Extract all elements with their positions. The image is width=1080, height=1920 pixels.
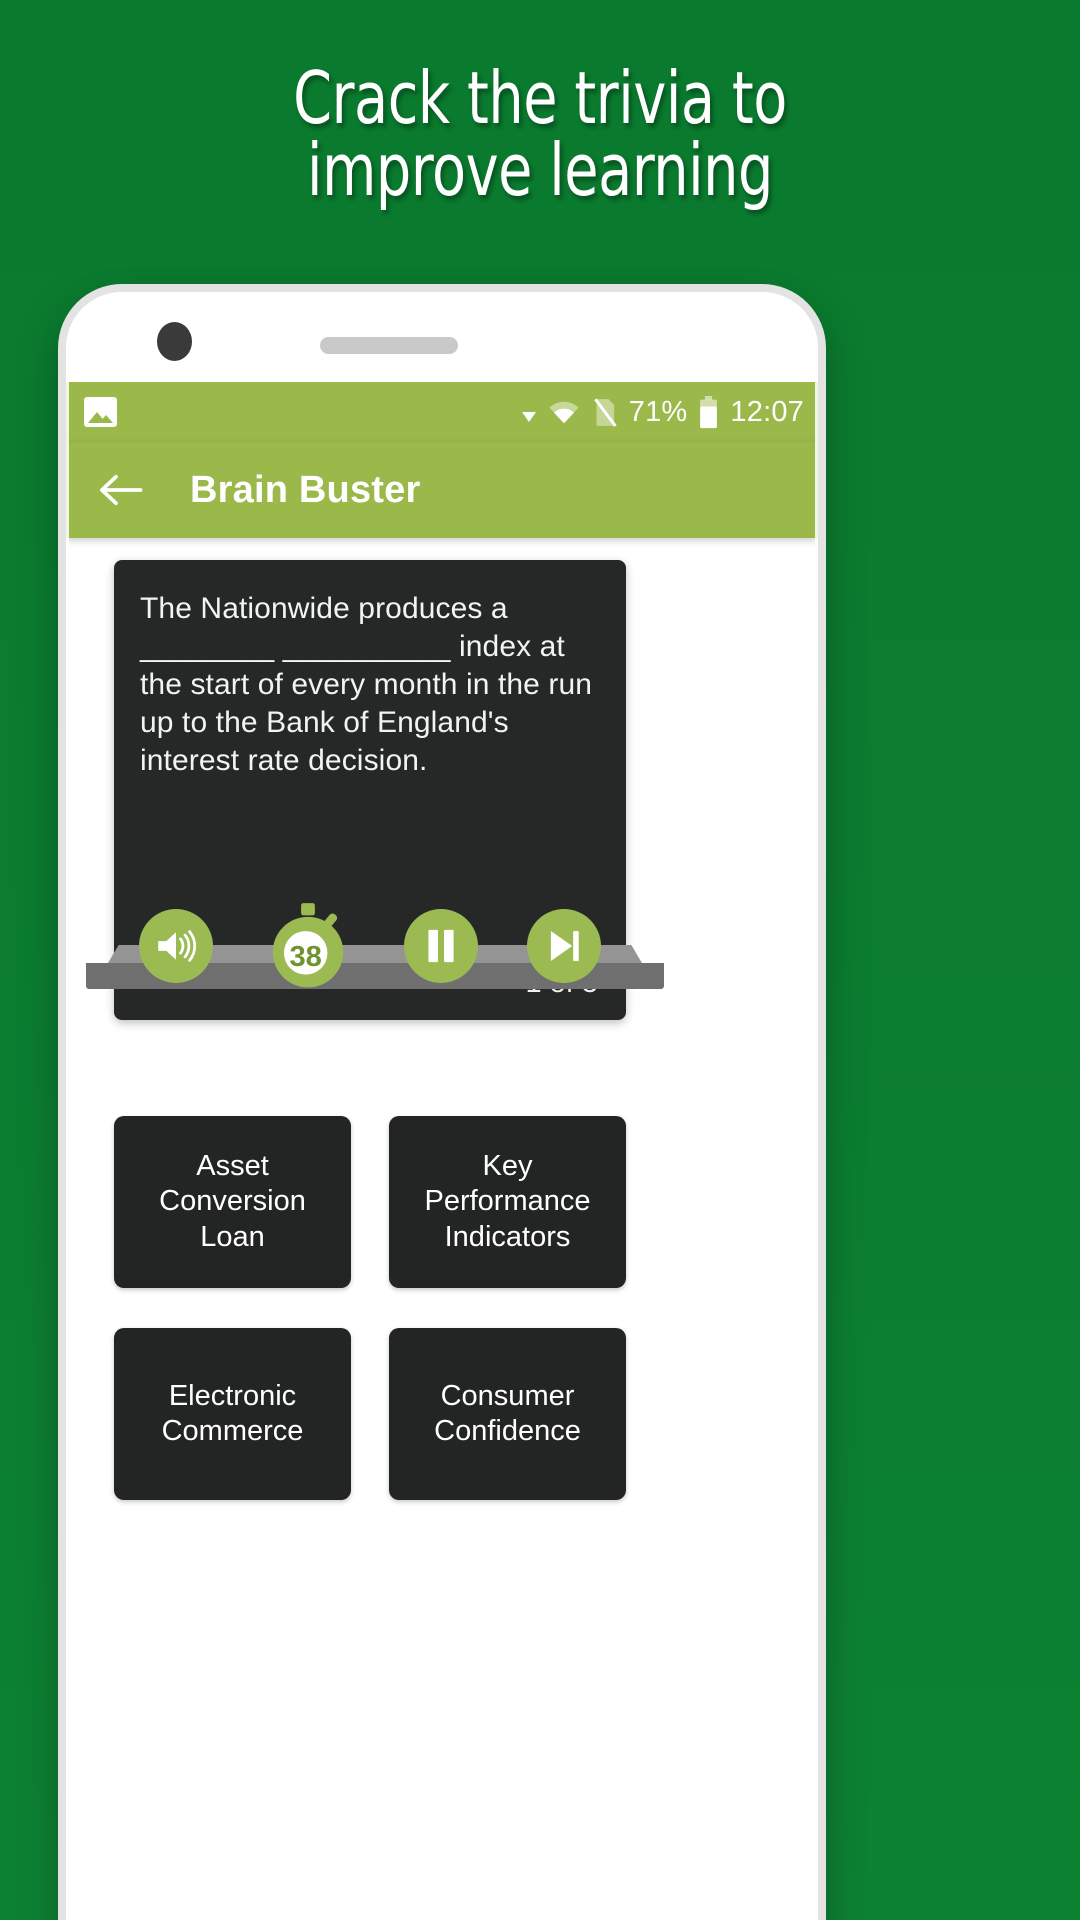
answer-option[interactable]: Electronic Commerce [114, 1328, 351, 1500]
dropdown-caret-icon [521, 411, 536, 422]
skip-next-button[interactable] [527, 909, 602, 983]
phone-top-bezel [66, 292, 818, 382]
photo-icon [84, 397, 117, 427]
battery-icon [700, 395, 718, 428]
clock-label: 12:07 [730, 395, 804, 428]
pause-button[interactable] [403, 909, 478, 983]
phone-mockup-frame: 71% 12:07 Brain Buster The Nationwide pr… [66, 292, 818, 1920]
phone-screen: 71% 12:07 Brain Buster The Nationwide pr… [66, 382, 818, 1920]
status-bar-left [84, 397, 117, 427]
promo-stage: Crack the trivia to improve learning 71%… [0, 0, 1080, 1920]
stopwatch-icon: 38 [272, 903, 344, 988]
answer-option[interactable]: Asset Conversion Loan [114, 1116, 351, 1288]
status-bar-right: 71% 12:07 [521, 395, 804, 429]
answer-option[interactable]: Consumer Confidence [389, 1328, 626, 1500]
battery-percent-label: 71% [628, 395, 688, 428]
back-arrow-icon [100, 474, 143, 506]
app-bar: Brain Buster [66, 442, 818, 538]
back-button[interactable] [92, 462, 148, 518]
volume-button[interactable] [138, 909, 213, 983]
volume-up-icon [157, 930, 196, 962]
skip-next-icon [551, 930, 579, 962]
content-body: The Nationwide produces a ________ _____… [66, 538, 818, 1920]
question-text: The Nationwide produces a ________ _____… [140, 592, 593, 778]
promo-headline: Crack the trivia to improve learning [293, 56, 787, 212]
control-button-row: 38 [114, 900, 626, 992]
timer-button[interactable]: 38 [262, 900, 354, 992]
front-camera-icon [157, 322, 192, 361]
timer-seconds-label: 38 [290, 941, 322, 973]
pause-icon [428, 929, 454, 963]
answer-option[interactable]: Key Performance Indicators [389, 1116, 626, 1288]
wifi-icon [549, 401, 579, 423]
page-title: Brain Buster [190, 468, 421, 511]
sim-card-off-icon [593, 397, 617, 427]
status-bar: 71% 12:07 [66, 382, 818, 442]
earpiece-speaker [320, 337, 458, 354]
answer-options-grid: Asset Conversion Loan Key Performance In… [114, 1116, 626, 1500]
